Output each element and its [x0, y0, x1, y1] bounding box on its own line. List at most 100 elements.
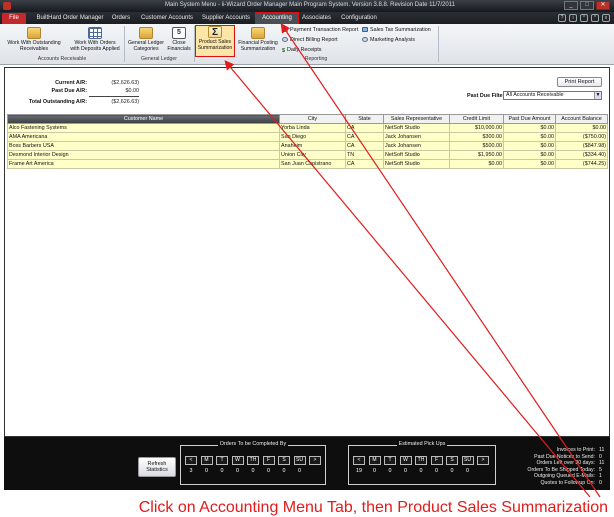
cell-city: San Juan Capistrano [279, 159, 346, 169]
day-button[interactable]: M [368, 456, 381, 465]
menu-file[interactable]: File [2, 13, 26, 24]
refresh-statistics-button[interactable]: Refresh Statistics [138, 457, 176, 477]
cell-state: TN [345, 150, 384, 160]
general-ledger-categories-button[interactable]: General Ledger Categories [126, 27, 166, 52]
title-bar: Main System Menu - ii-Wizard Order Manag… [0, 0, 614, 12]
day-button[interactable]: S [446, 456, 458, 465]
work-with-outstanding-receivables-button[interactable]: Work With Outstanding Receivables [2, 27, 66, 52]
panel-title: Estimated Pick Ups [396, 441, 448, 447]
daily-receipts-button[interactable]: $ Daily Receipts [282, 47, 321, 54]
day-button[interactable]: M [200, 456, 213, 465]
app-icon[interactable] [3, 2, 11, 10]
day-button[interactable]: W [231, 456, 244, 465]
help-icon[interactable]: ? [558, 14, 566, 22]
cell-balance: ($750.00) [555, 132, 608, 142]
divider [89, 96, 139, 97]
cell-customer: Frame Art America [7, 159, 280, 169]
cell-sales-rep: NetSoft Studio [383, 159, 450, 169]
menu-icons: ? i ^ * x [558, 14, 610, 22]
current-ar-label: Current A/R: [55, 80, 87, 86]
window-title: Main System Menu - ii-Wizard Order Manag… [165, 2, 455, 8]
col-header-customer-name[interactable]: Customer Name [7, 114, 280, 124]
day-button[interactable]: < [353, 456, 365, 465]
cell-customer: AMA Americana [7, 132, 280, 142]
menu-tab-configuration[interactable]: Configuration [340, 13, 378, 24]
day-count: 0 [466, 468, 469, 474]
stat-value: 0 [599, 479, 602, 486]
cell-credit-limit: $300.00 [449, 132, 504, 142]
day-button[interactable]: T [216, 456, 228, 465]
day-button[interactable]: > [309, 456, 321, 465]
direct-billing-report-button[interactable]: Direct Billing Report [282, 37, 338, 43]
stat-row: Invoices to Print: 11 [509, 447, 607, 454]
col-header-past-due-amount[interactable]: Past Due Amount [503, 114, 556, 124]
print-report-button[interactable]: Print Report [557, 77, 602, 87]
day-button[interactable]: F [430, 456, 443, 465]
exit-icon[interactable]: x [602, 14, 610, 22]
sales-tax-summarization-button[interactable]: Sales Tax Summarization [362, 27, 431, 33]
product-sales-summarization-button[interactable]: Σ Product Sales Summarization [195, 25, 235, 57]
group-separator [438, 26, 439, 62]
maximize-button[interactable]: □ [580, 1, 594, 10]
chart-icon [362, 27, 368, 32]
table-row[interactable]: Frame Art America San Juan Capistrano CA… [7, 159, 608, 169]
table-row[interactable]: Desmond Interior Design Union City TN Ne… [7, 150, 608, 160]
orders-to-complete-panel: Orders To be Completed By <3 M 0 T 0 W 0 TH 0 F 0 S… [180, 441, 326, 485]
work-with-orders-deposits-button[interactable]: Work With Orders with Deposits Applied [68, 27, 122, 52]
payment-transaction-report-button[interactable]: Payment Transaction Report [282, 27, 358, 33]
day-button[interactable]: TH [247, 456, 259, 465]
cell-sales-rep: Jack Johansen [383, 141, 450, 151]
table-row[interactable]: Alco Fastening Systems Yorba Linda CA Ne… [7, 123, 608, 133]
day-button[interactable]: F [262, 456, 275, 465]
col-header-state[interactable]: State [345, 114, 384, 124]
minimize-ribbon-icon[interactable]: ^ [580, 14, 588, 22]
menu-bar: File BuiltHard Order Manager Orders Cust… [0, 12, 614, 25]
stat-row: Outgoing Queued E-Mails: 1 [509, 473, 607, 480]
menu-tab-customer-accounts[interactable]: Customer Accounts [140, 13, 194, 24]
day-button[interactable]: TH [415, 456, 427, 465]
menu-tab-supplier-accounts[interactable]: Supplier Accounts [200, 13, 252, 24]
day-button[interactable]: < [185, 456, 197, 465]
day-count: 0 [450, 468, 454, 474]
day-button[interactable]: S [278, 456, 290, 465]
close-button[interactable]: ✕ [596, 1, 610, 10]
col-header-sales-rep[interactable]: Sales Representative [383, 114, 450, 124]
table-row[interactable]: AMA Americana San Diego CA Jack Johansen… [7, 132, 608, 142]
cell-balance: ($744.25) [555, 159, 608, 169]
col-header-account-balance[interactable]: Account Balance [555, 114, 608, 124]
menu-tab-order-manager[interactable]: BuiltHard Order Manager [30, 13, 110, 24]
stat-row: Orders To Be Shipped Today: 5 [509, 467, 607, 474]
info-icon[interactable]: i [569, 14, 577, 22]
folder-icon [139, 27, 153, 39]
day-button[interactable]: SU [461, 456, 474, 465]
folder-icon [251, 27, 265, 39]
group-label-reporting: Reporting [304, 56, 328, 62]
day-button[interactable]: > [477, 456, 489, 465]
grid-icon [88, 27, 102, 39]
day-count: 0 [419, 468, 423, 474]
marketing-analysis-button[interactable]: Marketing Analysis [362, 37, 415, 43]
table-row[interactable]: Boss Barbers USA Anaheim CA Jack Johanse… [7, 141, 608, 151]
cell-past-due: $0.00 [503, 123, 556, 133]
col-header-credit-limit[interactable]: Credit Limit [449, 114, 504, 124]
day-button[interactable]: W [399, 456, 412, 465]
cell-state: CA [345, 159, 384, 169]
folder-icon [27, 27, 41, 39]
menu-tab-associates[interactable]: Associates [302, 13, 331, 24]
financial-posting-summarization-button[interactable]: Financial Posting Summarization [236, 27, 280, 52]
stat-label: Invoices to Print: [556, 447, 595, 453]
settings-icon[interactable]: * [591, 14, 599, 22]
past-due-filter-select[interactable]: All Accounts Receivable ▼ [503, 91, 602, 100]
col-header-city[interactable]: City [279, 114, 346, 124]
cell-past-due: $0.00 [503, 159, 556, 169]
minimize-button[interactable]: _ [564, 1, 578, 10]
close-financials-button[interactable]: 5 Close Financials [166, 27, 192, 52]
day-button[interactable]: T [384, 456, 396, 465]
menu-tab-orders[interactable]: Orders [110, 13, 132, 24]
day-button[interactable]: SU [293, 456, 306, 465]
menu-tab-accounting[interactable]: Accounting [255, 12, 299, 25]
ribbon: Work With Outstanding Receivables Work W… [0, 24, 614, 65]
chevron-down-icon[interactable]: ▼ [594, 92, 601, 99]
day-count: 0 [282, 468, 286, 474]
panel-title: Orders To be Completed By [217, 441, 289, 447]
